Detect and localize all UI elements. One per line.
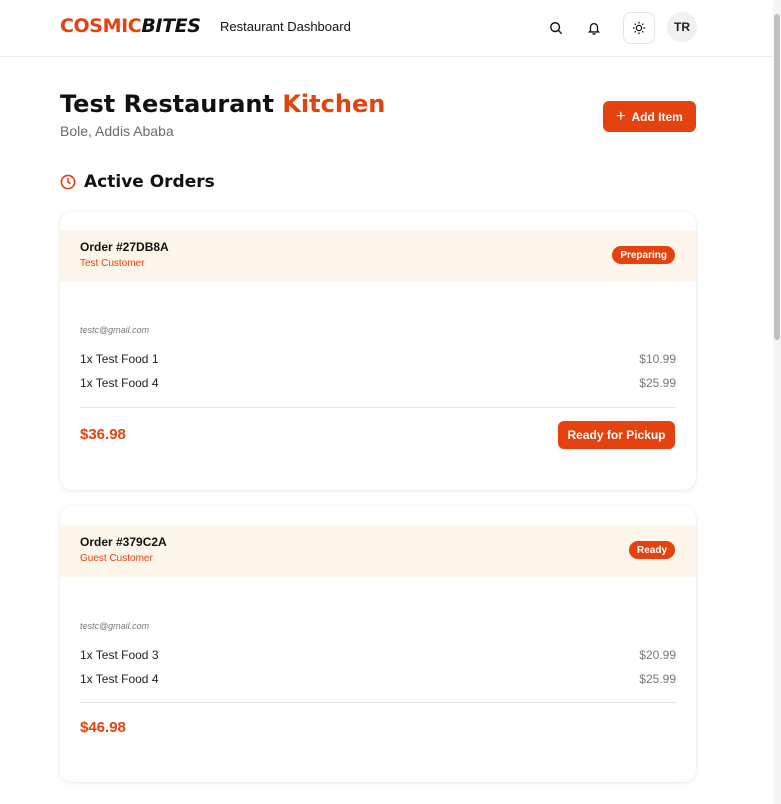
scrollbar[interactable]: [773, 0, 781, 804]
logo[interactable]: COSMICBITES: [60, 15, 201, 37]
order-header: Order #379C2A Guest Customer Ready: [60, 525, 696, 577]
customer-name: Guest Customer: [80, 553, 153, 564]
order-total: $36.98: [80, 426, 126, 443]
page-title: Test Restaurant Kitchen: [60, 90, 386, 118]
theme-toggle-button[interactable]: [623, 12, 655, 44]
scrollbar-thumb[interactable]: [774, 14, 780, 340]
clock-icon: [60, 174, 76, 190]
customer-name: Test Customer: [80, 258, 145, 269]
customer-email: testc@gmail.com: [80, 621, 150, 631]
status-badge: Preparing: [612, 246, 675, 264]
active-orders-heading: Active Orders: [60, 172, 215, 192]
item-name: 1x Test Food 4: [80, 376, 159, 390]
search-icon: [550, 22, 563, 35]
item-name: 1x Test Food 3: [80, 648, 159, 662]
item-name: 1x Test Food 4: [80, 672, 159, 686]
order-item: 1x Test Food 4 $25.99: [80, 376, 676, 390]
restaurant-location: Bole, Addis Ababa: [60, 123, 174, 139]
divider: [80, 702, 676, 703]
add-item-button[interactable]: + Add Item: [603, 101, 696, 132]
search-button[interactable]: [542, 14, 570, 42]
item-price: $25.99: [639, 376, 676, 390]
order-item: 1x Test Food 4 $25.99: [80, 672, 676, 686]
plus-icon: +: [616, 107, 626, 125]
order-item: 1x Test Food 3 $20.99: [80, 648, 676, 662]
order-header: Order #27DB8A Test Customer Preparing: [60, 230, 696, 282]
top-navbar: COSMICBITES Restaurant Dashboard TR: [0, 0, 781, 57]
order-card: Order #27DB8A Test Customer Preparing te…: [60, 212, 696, 490]
item-price: $25.99: [639, 672, 676, 686]
order-item: 1x Test Food 1 $10.99: [80, 352, 676, 366]
order-card: Order #379C2A Guest Customer Ready testc…: [60, 506, 696, 782]
order-id: Order #379C2A: [80, 535, 167, 549]
ready-for-pickup-button[interactable]: Ready for Pickup: [558, 421, 675, 449]
item-price: $10.99: [639, 352, 676, 366]
item-name: 1x Test Food 1: [80, 352, 159, 366]
bell-icon: [588, 22, 600, 35]
order-total: $46.98: [80, 719, 126, 736]
avatar[interactable]: TR: [667, 12, 697, 42]
order-id: Order #27DB8A: [80, 240, 169, 254]
item-price: $20.99: [639, 648, 676, 662]
notifications-button[interactable]: [580, 14, 608, 42]
nav-title[interactable]: Restaurant Dashboard: [220, 19, 351, 34]
divider: [80, 407, 676, 408]
status-badge: Ready: [628, 541, 675, 559]
customer-email: testc@gmail.com: [80, 325, 150, 335]
sun-icon: [632, 21, 646, 35]
